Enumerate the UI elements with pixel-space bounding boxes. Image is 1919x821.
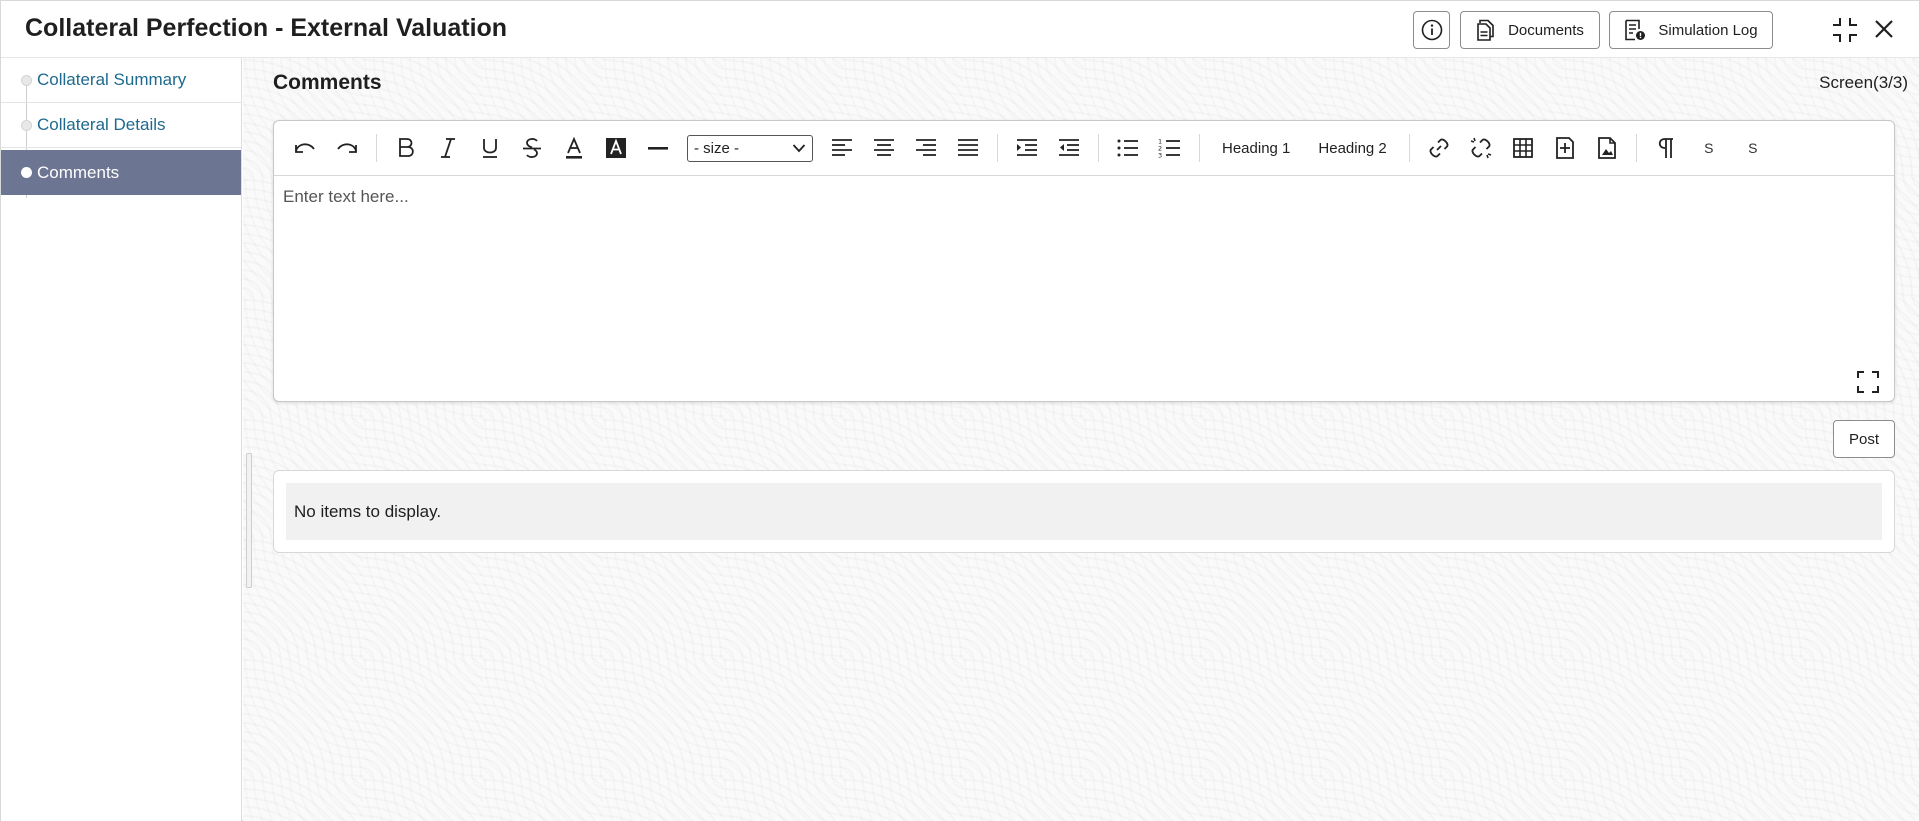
simulation-log-label: Simulation Log (1658, 21, 1758, 39)
bold-button[interactable] (388, 131, 424, 165)
subscript-button[interactable]: S (1691, 140, 1727, 156)
indent-icon (1017, 139, 1037, 156)
align-justify-button[interactable] (950, 131, 986, 165)
highlight-color-button[interactable] (598, 131, 634, 165)
numbered-list-button[interactable]: 123 (1152, 131, 1188, 165)
documents-icon (1477, 19, 1494, 41)
align-left-icon (832, 139, 852, 156)
empty-state-message: No items to display. (286, 483, 1882, 540)
align-right-button[interactable] (908, 131, 944, 165)
underline-icon (483, 139, 497, 158)
underline-button[interactable] (472, 131, 508, 165)
align-left-button[interactable] (824, 131, 860, 165)
redo-button[interactable] (329, 131, 365, 165)
horizontal-rule-icon (648, 147, 668, 150)
pilcrow-icon (1658, 138, 1673, 158)
documents-label: Documents (1508, 21, 1584, 39)
strikethrough-icon (523, 138, 541, 158)
align-right-icon (916, 139, 936, 156)
paragraph-marks-button[interactable] (1648, 131, 1684, 165)
align-center-icon (874, 139, 894, 156)
comment-text-area[interactable]: Enter text here... (274, 177, 1894, 401)
step-indicator (21, 119, 32, 131)
outdent-icon (1059, 139, 1079, 156)
toolbar-divider (1635, 134, 1637, 162)
strikethrough-button[interactable] (514, 131, 550, 165)
toolbar-divider (1098, 134, 1099, 162)
font-color-button[interactable] (556, 131, 592, 165)
post-button[interactable]: Post (1833, 420, 1895, 458)
insert-image-button[interactable] (1589, 131, 1625, 165)
image-file-icon (1597, 137, 1616, 159)
indent-button[interactable] (1009, 131, 1045, 165)
bold-icon (399, 138, 414, 157)
info-icon (1421, 19, 1442, 41)
outdent-button[interactable] (1051, 131, 1087, 165)
toolbar-divider (1408, 134, 1410, 162)
screen-counter: Screen(3/3) (1819, 73, 1908, 92)
redo-icon (337, 143, 357, 153)
italic-icon (441, 138, 455, 158)
align-justify-icon (958, 139, 978, 156)
rich-text-editor: - size - 1 2 3 Heading 1 Heading 2 S S E… (273, 120, 1895, 402)
superscript-button[interactable]: S (1735, 140, 1771, 156)
unlink-icon (1470, 137, 1492, 159)
sidebar-item-label: Collateral Summary (37, 70, 187, 89)
fullscreen-icon[interactable] (1856, 370, 1880, 394)
insert-page-break-button[interactable] (1547, 131, 1583, 165)
heading-1-button[interactable]: Heading 1 (1222, 140, 1290, 157)
sidebar-item-collateral-details[interactable]: Collateral Details (1, 103, 241, 148)
minimize-window-icon[interactable] (1831, 16, 1859, 44)
toolbar-divider (1199, 134, 1200, 162)
font-color-icon (566, 136, 582, 159)
horizontal-rule-button[interactable] (640, 131, 676, 165)
chevron-down-icon (792, 144, 806, 153)
sidebar-item-comments[interactable]: Comments (1, 150, 241, 195)
numbered-list-icon: 123 (1158, 138, 1180, 160)
align-center-button[interactable] (866, 131, 902, 165)
main-content: Comments Screen(3/3) - size - 1 2 3 Head… (243, 58, 1919, 821)
insert-link-button[interactable] (1421, 131, 1457, 165)
heading-2-button[interactable]: Heading 2 (1318, 140, 1386, 157)
bulleted-list-button[interactable] (1110, 131, 1146, 165)
toolbar-divider (376, 134, 377, 162)
sidebar: Collateral Summary Collateral Details Co… (1, 58, 242, 821)
sidebar-item-collateral-summary[interactable]: Collateral Summary (1, 58, 241, 103)
svg-text:3: 3 (1158, 152, 1162, 160)
link-icon (1429, 138, 1449, 158)
undo-button[interactable] (287, 131, 323, 165)
close-icon[interactable] (1871, 16, 1897, 42)
simulation-log-icon (1625, 19, 1646, 41)
remove-link-button[interactable] (1463, 131, 1499, 165)
comments-list: No items to display. (273, 470, 1895, 553)
highlight-color-icon (606, 138, 626, 158)
sidebar-item-label: Collateral Details (37, 115, 166, 134)
panel-resize-handle[interactable] (246, 453, 252, 588)
step-indicator (21, 74, 32, 86)
documents-button[interactable]: Documents (1460, 11, 1600, 49)
section-title: Comments (273, 71, 382, 94)
font-size-value: - size - (694, 139, 739, 157)
undo-icon (295, 143, 315, 153)
toolbar-divider (997, 134, 998, 162)
window-title: Collateral Perfection - External Valuati… (25, 14, 508, 42)
header-bar: Collateral Perfection - External Valuati… (1, 1, 1919, 58)
editor-toolbar: - size - 1 2 3 Heading 1 Heading 2 S S (274, 121, 1894, 176)
table-icon (1512, 138, 1533, 158)
bulleted-list-icon (1117, 139, 1138, 157)
italic-button[interactable] (430, 131, 466, 165)
info-button[interactable] (1413, 11, 1450, 49)
simulation-log-button[interactable]: Simulation Log (1609, 11, 1773, 49)
step-indicator (21, 167, 32, 178)
page-break-icon (1555, 137, 1574, 159)
font-size-select[interactable]: - size - (687, 134, 813, 162)
insert-table-button[interactable] (1505, 131, 1541, 165)
sidebar-item-label: Comments (37, 162, 120, 182)
